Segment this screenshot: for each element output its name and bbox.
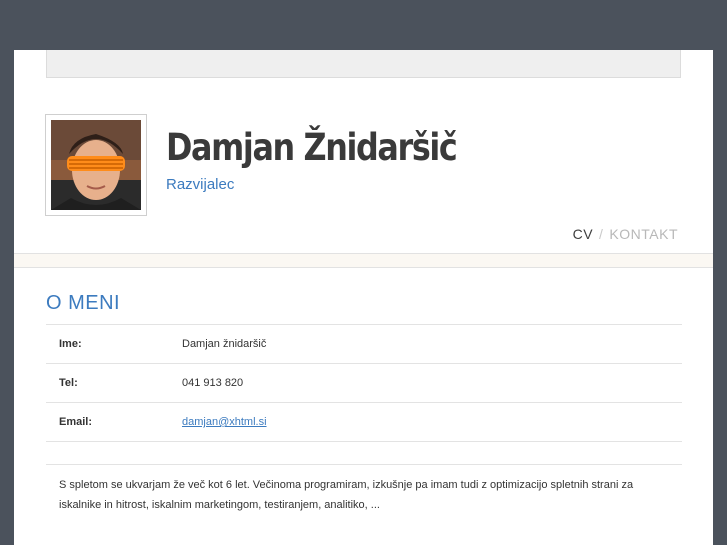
info-row-email: Email: damjan@xhtml.si [46, 403, 682, 442]
header-divider [14, 253, 713, 268]
about-text: S spletom se ukvarjam že več kot 6 let. … [59, 479, 634, 511]
info-label-email: Email: [59, 416, 93, 428]
page-container: Damjan Žnidaršič Razvijalec CV / KONTAKT O… [14, 50, 713, 545]
info-label-phone: Tel: [59, 377, 78, 389]
profile-role: Razvijalec [166, 176, 235, 193]
email-link[interactable]: damjan@xhtml.si [182, 416, 267, 428]
top-bar [46, 50, 681, 78]
nav-contact-link[interactable]: KONTAKT [609, 226, 678, 242]
info-table: Ime: Damjan žnidaršič Tel: 041 913 820 E… [46, 324, 682, 442]
main-nav: CV / KONTAKT [573, 226, 678, 242]
avatar [45, 114, 147, 216]
info-value-phone: 041 913 820 [182, 377, 244, 389]
section-title: O MENI [46, 292, 121, 314]
info-row-name: Ime: Damjan žnidaršič [46, 325, 682, 364]
nav-separator: / [599, 226, 604, 242]
info-value-name: Damjan žnidaršič [182, 338, 267, 350]
profile-photo [51, 120, 141, 210]
info-row-phone: Tel: 041 913 820 [46, 364, 682, 403]
profile-name: Damjan Žnidaršič [166, 126, 458, 169]
info-label-name: Ime: [59, 338, 82, 350]
nav-cv-link[interactable]: CV [573, 226, 593, 242]
about-divider [46, 464, 682, 465]
